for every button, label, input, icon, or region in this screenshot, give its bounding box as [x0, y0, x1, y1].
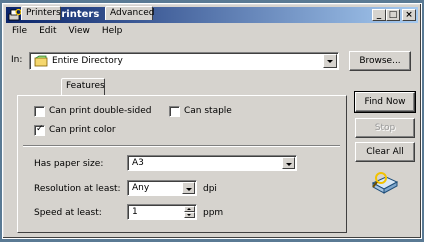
- close-button[interactable]: ×: [402, 9, 416, 21]
- paper-size-label: Has paper size:: [34, 159, 104, 169]
- paper-size-select[interactable]: A3: [127, 155, 297, 171]
- resolution-unit: dpi: [203, 184, 217, 194]
- title-bar[interactable]: Find Printers _ □ ×: [6, 7, 418, 23]
- menu-file[interactable]: File: [11, 26, 28, 36]
- tab-features[interactable]: Features: [61, 78, 105, 95]
- find-printers-window: Find Printers _ □ × File Edit View Help …: [2, 3, 422, 239]
- paper-size-dropdown-button[interactable]: [282, 157, 295, 169]
- speed-spinner[interactable]: 1: [127, 204, 197, 220]
- find-now-button[interactable]: Find Now: [354, 91, 416, 113]
- clear-all-button[interactable]: Clear All: [355, 142, 415, 162]
- speed-value: 1: [132, 207, 138, 217]
- search-printer-icon: [371, 172, 399, 194]
- color-label: Can print color: [49, 125, 116, 135]
- maximize-button[interactable]: □: [386, 9, 400, 21]
- speed-spin-buttons[interactable]: [184, 206, 195, 218]
- speed-unit: ppm: [203, 208, 224, 218]
- location-value: Entire Directory: [52, 56, 123, 66]
- menu-view[interactable]: View: [68, 26, 91, 36]
- double-sided-checkbox[interactable]: [34, 106, 45, 117]
- tab-advanced[interactable]: Advanced: [105, 6, 154, 20]
- window-controls: _ □ ×: [372, 9, 416, 21]
- location-combobox[interactable]: Entire Directory: [29, 52, 339, 70]
- resolution-dropdown-button[interactable]: [182, 182, 195, 194]
- stop-button[interactable]: Stop: [355, 118, 415, 138]
- paper-size-value: A3: [132, 158, 144, 168]
- staple-checkbox[interactable]: [169, 106, 180, 117]
- features-separator: [23, 145, 340, 147]
- tab-printers[interactable]: Printers: [21, 6, 61, 20]
- location-dropdown-button[interactable]: [323, 54, 337, 68]
- in-label: In:: [11, 55, 23, 65]
- speed-down-arrow-icon[interactable]: [184, 212, 195, 218]
- find-printers-icon: [8, 8, 22, 21]
- menu-help[interactable]: Help: [101, 26, 124, 36]
- menu-bar: File Edit View Help: [11, 26, 123, 36]
- resolution-label: Resolution at least:: [34, 184, 121, 194]
- menu-edit[interactable]: Edit: [38, 26, 57, 36]
- resolution-select[interactable]: Any: [127, 180, 197, 196]
- speed-label: Speed at least:: [34, 208, 102, 218]
- resolution-value: Any: [132, 183, 150, 193]
- directory-icon: [34, 55, 48, 67]
- double-sided-label: Can print double-sided: [49, 106, 152, 116]
- browse-button[interactable]: Browse...: [349, 51, 411, 71]
- color-checkbox[interactable]: [34, 124, 45, 136]
- minimize-button[interactable]: _: [372, 9, 386, 21]
- staple-label: Can staple: [184, 106, 232, 116]
